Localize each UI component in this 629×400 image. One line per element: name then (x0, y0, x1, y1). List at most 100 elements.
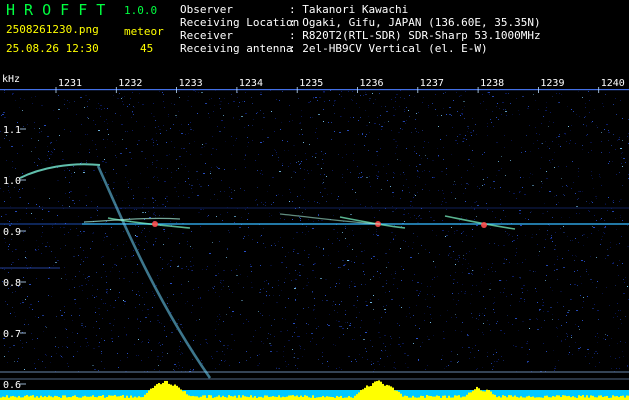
noise-pixel (276, 154, 277, 155)
noise-pixel (60, 355, 61, 356)
noise-pixel (505, 175, 506, 176)
noise-pixel (334, 131, 335, 132)
noise-pixel (77, 235, 79, 236)
noise-pixel (269, 295, 270, 296)
noise-pixel (88, 187, 89, 188)
noise-pixel (582, 145, 583, 146)
noise-pixel (582, 320, 583, 321)
noise-pixel (595, 196, 597, 197)
noise-pixel (412, 206, 413, 207)
noise-pixel (282, 195, 283, 196)
noise-pixel (604, 220, 605, 221)
noise-pixel (617, 316, 618, 317)
noise-pixel (427, 306, 428, 307)
noise-pixel (488, 92, 490, 93)
noise-pixel (120, 115, 121, 116)
noise-pixel (625, 342, 626, 343)
noise-pixel (619, 137, 620, 138)
noise-pixel (322, 159, 323, 160)
noise-pixel (493, 126, 494, 127)
noise-pixel (292, 201, 293, 202)
noise-pixel (245, 155, 246, 156)
noise-pixel (395, 368, 396, 369)
noise-pixel (279, 171, 281, 172)
noise-pixel (424, 170, 425, 171)
noise-pixel (209, 253, 211, 254)
noise-pixel (211, 178, 212, 179)
noise-pixel (574, 284, 576, 285)
noise-pixel (395, 209, 396, 210)
noise-pixel (342, 328, 344, 329)
noise-pixel (14, 187, 15, 188)
noise-pixel (302, 212, 303, 213)
noise-pixel (271, 245, 272, 246)
noise-pixel (248, 125, 249, 126)
noise-pixel (107, 139, 108, 140)
noise-pixel (269, 213, 270, 214)
noise-pixel (224, 361, 225, 362)
noise-pixel (458, 300, 459, 301)
y-tick-label: 0.8 (3, 278, 21, 289)
noise-pixel (73, 166, 74, 167)
noise-pixel (101, 338, 102, 339)
noise-pixel (409, 95, 410, 96)
noise-pixel (178, 196, 179, 197)
noise-pixel (402, 190, 403, 191)
noise-pixel (353, 153, 354, 154)
noise-pixel (575, 238, 576, 239)
noise-pixel (101, 351, 102, 352)
noise-pixel (546, 171, 547, 172)
noise-pixel (566, 333, 567, 334)
noise-pixel (546, 351, 547, 352)
noise-pixel (208, 290, 209, 291)
noise-pixel (335, 286, 336, 287)
noise-pixel (430, 286, 431, 287)
noise-pixel (323, 91, 325, 92)
noise-pixel (262, 129, 263, 130)
noise-pixel (260, 110, 261, 111)
noise-pixel (553, 350, 554, 351)
noise-pixel (308, 307, 309, 308)
noise-pixel (498, 161, 499, 162)
noise-pixel (487, 123, 488, 124)
noise-pixel (142, 212, 144, 213)
noise-pixel (356, 307, 357, 308)
noise-pixel (592, 308, 594, 309)
noise-pixel (268, 283, 269, 284)
noise-pixel (88, 280, 89, 281)
noise-pixel (365, 110, 366, 111)
noise-pixel (522, 292, 523, 293)
noise-pixel (587, 134, 588, 135)
power-bar (176, 385, 178, 400)
noise-pixel (510, 305, 511, 306)
noise-pixel (263, 288, 264, 289)
noise-pixel (323, 92, 325, 93)
noise-pixel (550, 238, 552, 239)
noise-pixel (32, 309, 33, 310)
noise-pixel (487, 177, 488, 178)
power-bar (498, 396, 500, 400)
noise-pixel (155, 215, 156, 216)
noise-pixel (192, 257, 193, 258)
noise-pixel (305, 153, 306, 154)
noise-pixel (574, 271, 575, 272)
y-tick-label: 1.1 (3, 125, 21, 136)
noise-pixel (380, 273, 381, 274)
noise-pixel (554, 196, 555, 197)
noise-pixel (121, 124, 123, 125)
noise-pixel (153, 177, 154, 178)
noise-pixel (202, 144, 203, 145)
noise-pixel (618, 275, 619, 276)
power-bar (304, 395, 306, 400)
noise-pixel (50, 142, 51, 143)
noise-pixel (191, 312, 192, 313)
noise-pixel (4, 345, 5, 346)
noise-pixel (347, 169, 348, 170)
power-bar (478, 388, 480, 400)
power-bar (606, 395, 608, 400)
noise-pixel (49, 246, 50, 247)
noise-pixel (52, 227, 53, 228)
noise-pixel (96, 272, 97, 273)
noise-pixel (295, 155, 296, 156)
noise-pixel (585, 116, 586, 117)
